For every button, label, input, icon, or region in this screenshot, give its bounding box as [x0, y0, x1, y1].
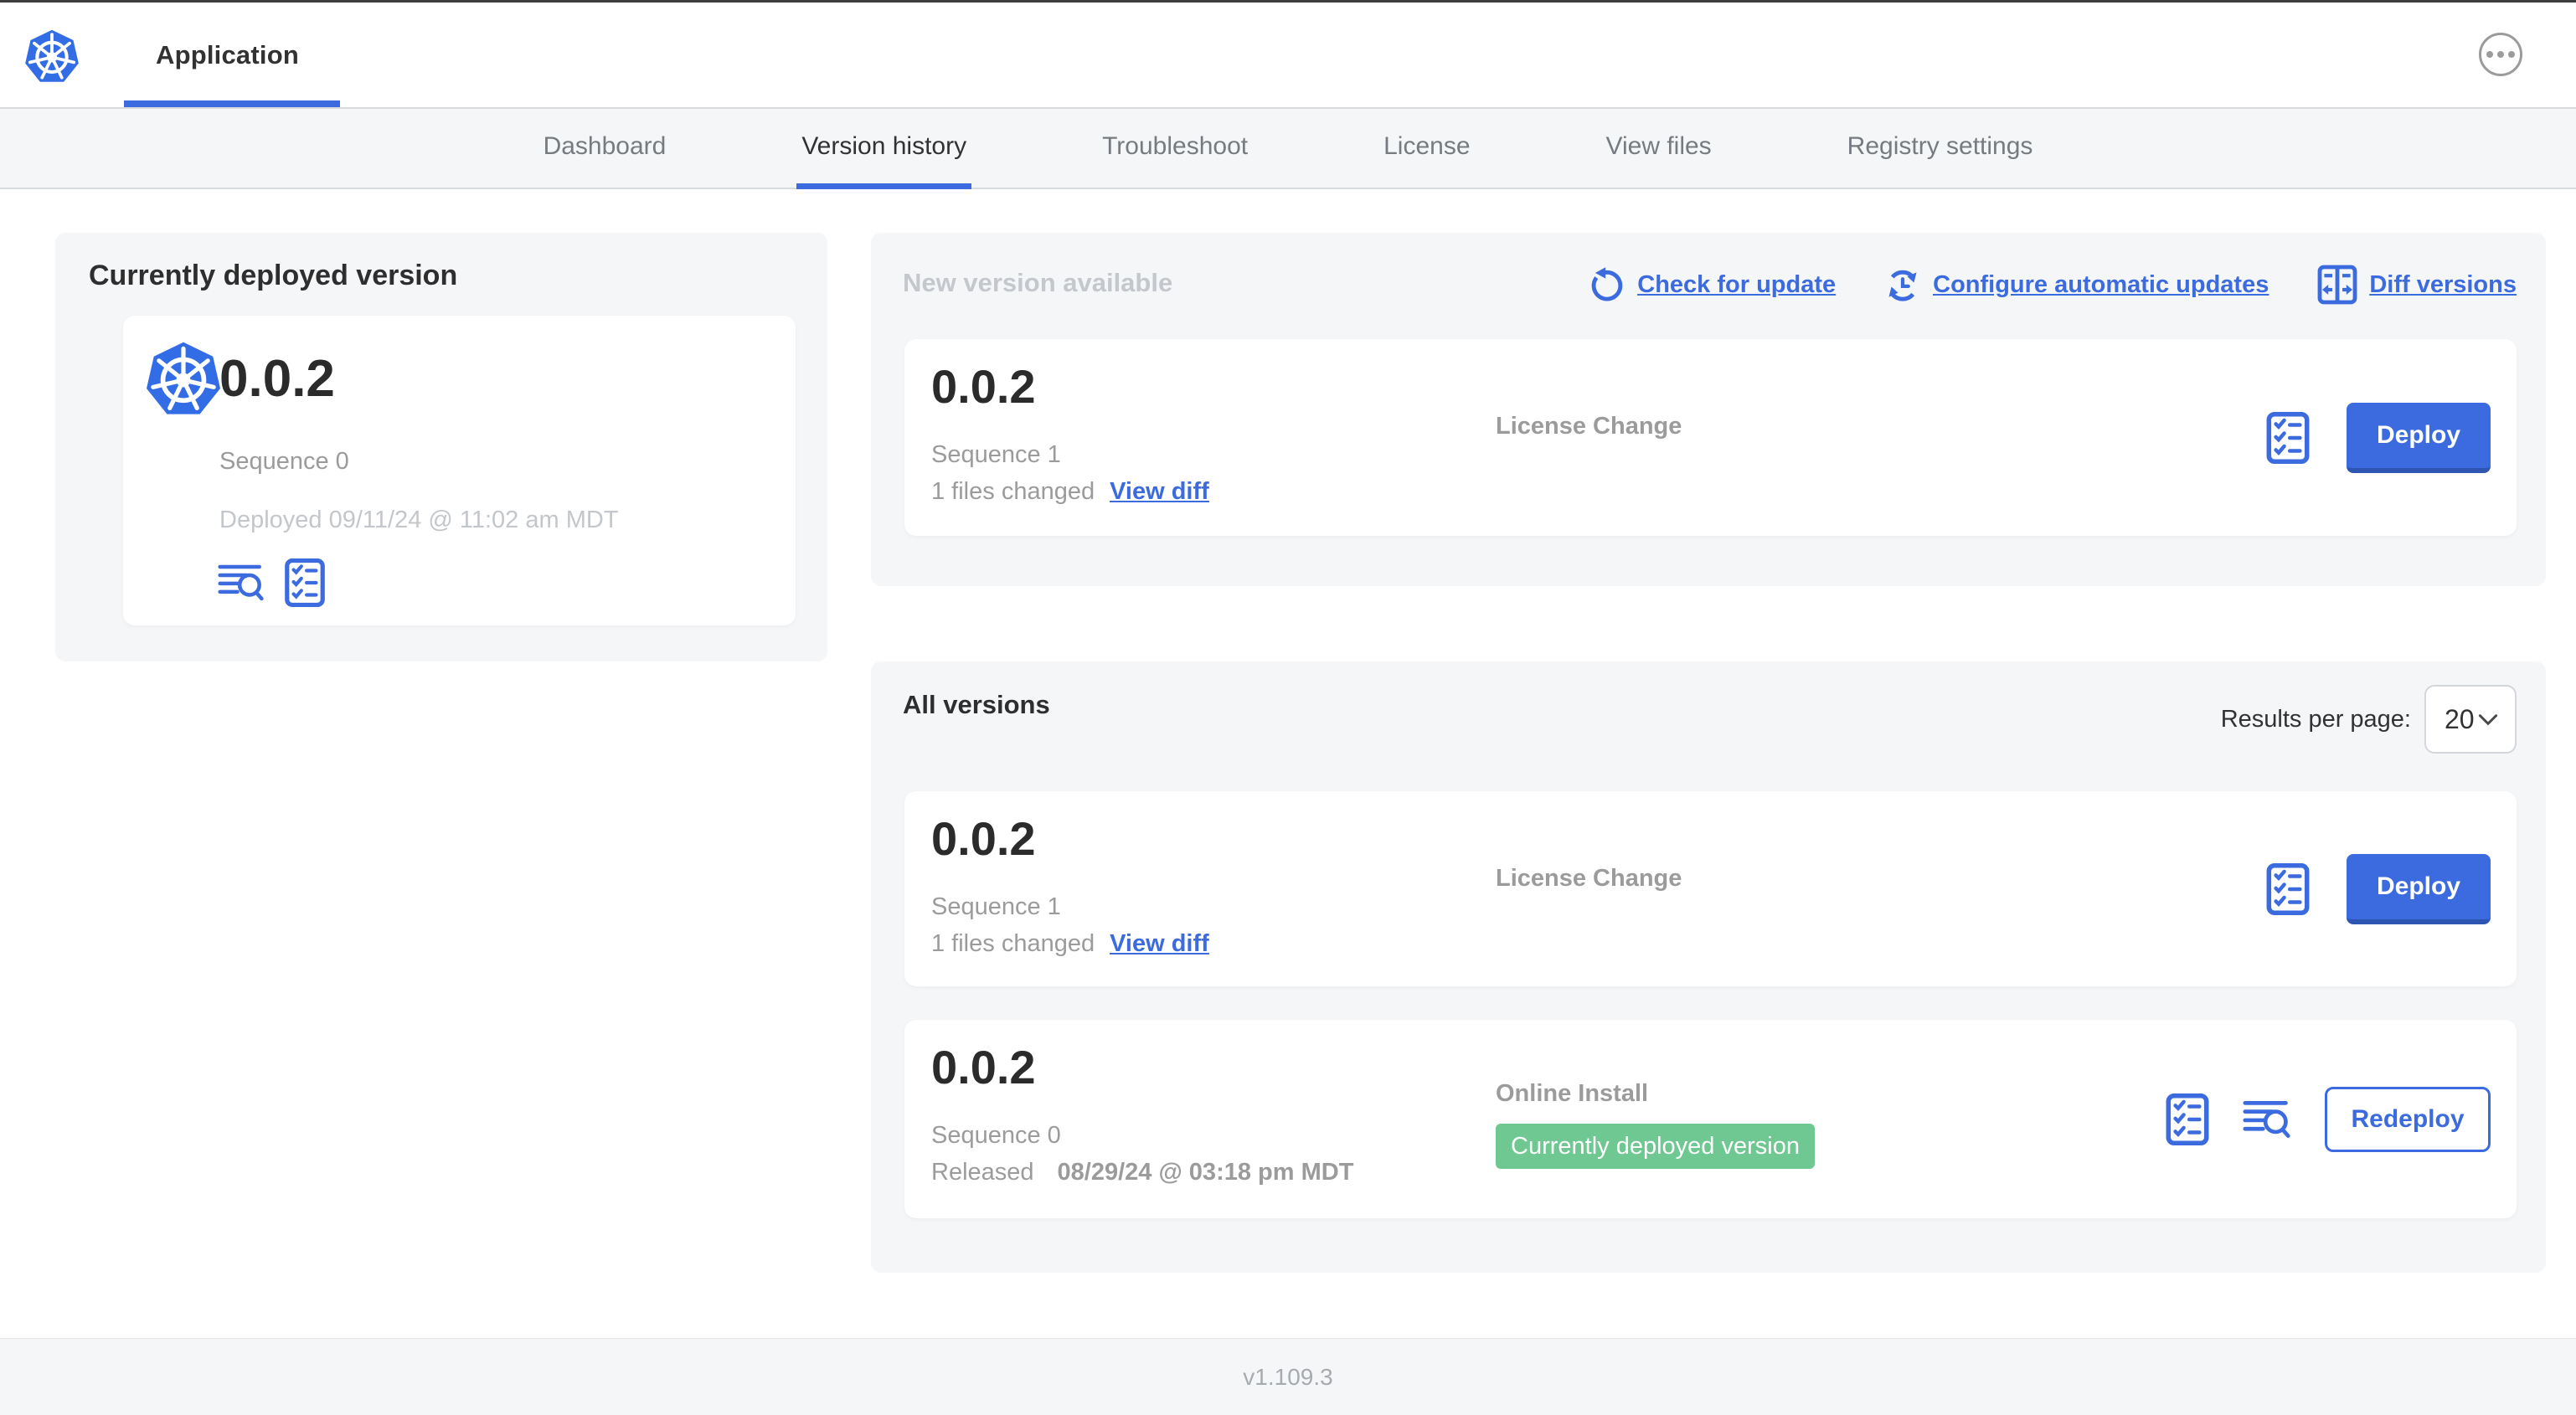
page-nav: Dashboard Version history Troubleshoot L… — [0, 107, 2576, 189]
new-version-section: New version available Check for update C… — [871, 233, 2546, 586]
kubernetes-app-icon — [144, 339, 223, 418]
row-released-prefix: Released — [931, 1159, 1034, 1186]
view-diff-link[interactable]: View diff — [1110, 478, 1209, 506]
main-content: Currently deployed version 0.0.2 Sequenc… — [0, 189, 2576, 1338]
row-released-date: 08/29/24 @ 03:18 pm MDT — [1057, 1159, 1354, 1186]
kubernetes-logo-icon — [23, 28, 80, 85]
configure-automatic-updates-link[interactable]: Configure automatic updates — [1884, 266, 2269, 303]
refresh-icon — [1591, 267, 1623, 301]
checklist-icon[interactable] — [2266, 862, 2310, 915]
row-files-changed: 1 files changed — [931, 930, 1095, 957]
diff-icon — [2317, 265, 2357, 305]
row-sequence: Sequence 0 — [931, 1122, 1061, 1149]
deployed-timestamp: Deployed 09/11/24 @ 11:02 am MDT — [219, 507, 619, 533]
deployed-version-number: 0.0.2 — [219, 350, 335, 408]
app-header: Application — [0, 3, 2576, 107]
checklist-icon[interactable] — [2266, 411, 2310, 464]
view-diff-link[interactable]: View diff — [1110, 930, 1209, 958]
app-footer: v1.109.3 — [0, 1338, 2576, 1415]
currently-deployed-title: Currently deployed version — [89, 260, 458, 291]
row-version-number: 0.0.2 — [931, 812, 1036, 865]
logs-icon[interactable] — [2243, 1099, 2291, 1140]
currently-deployed-panel: Currently deployed version 0.0.2 Sequenc… — [55, 233, 827, 661]
new-version-title: New version available — [903, 268, 1173, 297]
deploy-button[interactable]: Deploy — [2347, 853, 2491, 924]
deployed-version-card: 0.0.2 Sequence 0 Deployed 09/11/24 @ 11:… — [123, 316, 796, 625]
app-title: Application — [156, 39, 299, 69]
chevron-down-icon — [2478, 713, 2498, 725]
all-versions-section: All versions Results per page: 20 0.0.2 … — [871, 661, 2546, 1273]
auto-update-clock-icon — [1888, 270, 1917, 301]
ellipsis-icon — [2486, 51, 2493, 58]
row-version-number: 0.0.2 — [931, 360, 1036, 413]
tab-license[interactable]: License — [1378, 109, 1475, 189]
checklist-icon[interactable] — [285, 558, 325, 607]
active-app-tab-indicator — [124, 100, 340, 107]
tab-view-files[interactable]: View files — [1601, 109, 1717, 189]
tab-registry-settings[interactable]: Registry settings — [1842, 109, 2038, 189]
results-per-page-label: Results per page: — [2220, 705, 2411, 733]
tab-version-history[interactable]: Version history — [796, 109, 972, 189]
version-row-deployed: 0.0.2 Sequence 0 Released 08/29/24 @ 03:1… — [904, 1020, 2517, 1218]
row-source-label: License Change — [1496, 413, 1682, 440]
currently-deployed-badge: Currently deployed version — [1496, 1124, 1815, 1169]
tab-dashboard[interactable]: Dashboard — [538, 109, 672, 189]
diff-versions-link[interactable]: Diff versions — [2317, 265, 2517, 305]
deploy-button[interactable]: Deploy — [2347, 402, 2491, 473]
logs-icon[interactable] — [218, 563, 265, 603]
all-versions-title: All versions — [903, 690, 1050, 719]
deployed-sequence: Sequence 0 — [219, 448, 349, 475]
row-sequence: Sequence 1 — [931, 893, 1061, 920]
row-source-label: License Change — [1496, 865, 1682, 892]
app-title-tab[interactable]: Application — [124, 3, 331, 107]
check-for-update-link[interactable]: Check for update — [1589, 266, 1836, 303]
row-files-changed: 1 files changed — [931, 478, 1095, 505]
more-options-button[interactable] — [2479, 33, 2522, 76]
row-source-label: Online Install — [1496, 1080, 1649, 1107]
tab-troubleshoot[interactable]: Troubleshoot — [1097, 109, 1253, 189]
new-version-row: 0.0.2 Sequence 1 1 files changed View di… — [904, 339, 2517, 536]
checklist-icon[interactable] — [2166, 1093, 2209, 1145]
version-row: 0.0.2 Sequence 1 1 files changed View di… — [904, 791, 2517, 986]
redeploy-button[interactable]: Redeploy — [2325, 1086, 2491, 1152]
console-version: v1.109.3 — [1243, 1363, 1333, 1390]
row-sequence: Sequence 1 — [931, 441, 1061, 468]
results-per-page-select[interactable]: 20 — [2424, 685, 2517, 754]
row-version-number: 0.0.2 — [931, 1041, 1036, 1093]
